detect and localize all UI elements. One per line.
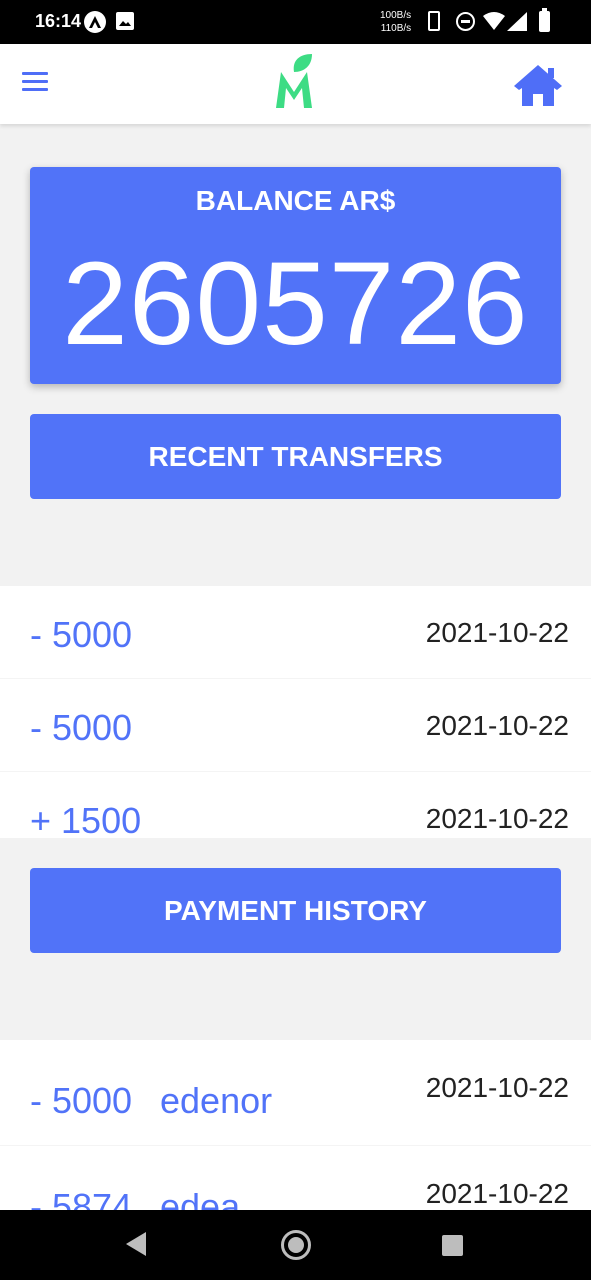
do-not-disturb-icon bbox=[456, 12, 475, 31]
transfer-row[interactable]: + 1500 2021-10-22 bbox=[0, 772, 591, 838]
transfer-row[interactable]: - 5000 2021-10-22 bbox=[0, 679, 591, 772]
recent-transfers-list: - 5000 2021-10-22 - 5000 2021-10-22 + 15… bbox=[0, 586, 591, 838]
signal-icon bbox=[507, 12, 527, 31]
balance-card: BALANCE AR$ 2605726 bbox=[30, 167, 561, 384]
app-logo-icon bbox=[276, 54, 312, 108]
hamburger-menu-icon[interactable] bbox=[22, 72, 52, 96]
network-speed: 100B/s 110B/s bbox=[380, 9, 411, 35]
balance-label: BALANCE AR$ bbox=[195, 185, 396, 216]
recent-transfers-button[interactable]: RECENT TRANSFERS bbox=[30, 414, 561, 499]
recent-apps-icon[interactable] bbox=[442, 1235, 463, 1256]
transfer-date: 2021-10-22 bbox=[425, 617, 569, 648]
payment-payee: edea bbox=[160, 1186, 241, 1210]
system-navigation-bar bbox=[0, 1210, 591, 1280]
payment-history-button[interactable]: PAYMENT HISTORY bbox=[30, 868, 561, 953]
network-speed-down: 110B/s bbox=[380, 23, 412, 34]
transfer-amount: - 5000 bbox=[30, 614, 133, 655]
status-bar: 16:14 100B/s 110B/s bbox=[0, 0, 591, 44]
balance-amount: 2605726 bbox=[62, 238, 529, 370]
image-notification-icon bbox=[116, 12, 134, 30]
payment-payee: edenor bbox=[160, 1080, 273, 1121]
payment-amount: - 5000 bbox=[30, 1080, 133, 1121]
home-circle-icon[interactable] bbox=[281, 1230, 311, 1260]
back-icon[interactable] bbox=[126, 1232, 146, 1256]
wifi-icon bbox=[483, 12, 505, 30]
status-time: 16:14 bbox=[35, 11, 82, 31]
payment-history-list: - 5000 edenor 2021-10-22 - 5874 edea 202… bbox=[0, 1040, 591, 1210]
payment-row[interactable]: - 5874 edea 2021-10-22 bbox=[0, 1146, 591, 1210]
payment-date: 2021-10-22 bbox=[425, 1178, 569, 1209]
transfer-date: 2021-10-22 bbox=[425, 710, 569, 741]
transfer-amount: - 5000 bbox=[30, 707, 133, 748]
app-notification-icon bbox=[84, 11, 106, 33]
payment-date: 2021-10-22 bbox=[425, 1072, 569, 1103]
transfer-date: 2021-10-22 bbox=[425, 803, 569, 834]
home-icon[interactable] bbox=[512, 62, 564, 108]
transfer-row[interactable]: - 5000 2021-10-22 bbox=[0, 586, 591, 679]
payment-row[interactable]: - 5000 edenor 2021-10-22 bbox=[0, 1040, 591, 1146]
transfer-amount: + 1500 bbox=[30, 800, 142, 838]
phone-vibrate-icon bbox=[428, 11, 440, 31]
app-header bbox=[0, 44, 591, 124]
network-speed-up: 100B/s bbox=[380, 10, 412, 21]
battery-icon bbox=[539, 8, 550, 32]
payment-amount: - 5874 bbox=[30, 1186, 133, 1210]
